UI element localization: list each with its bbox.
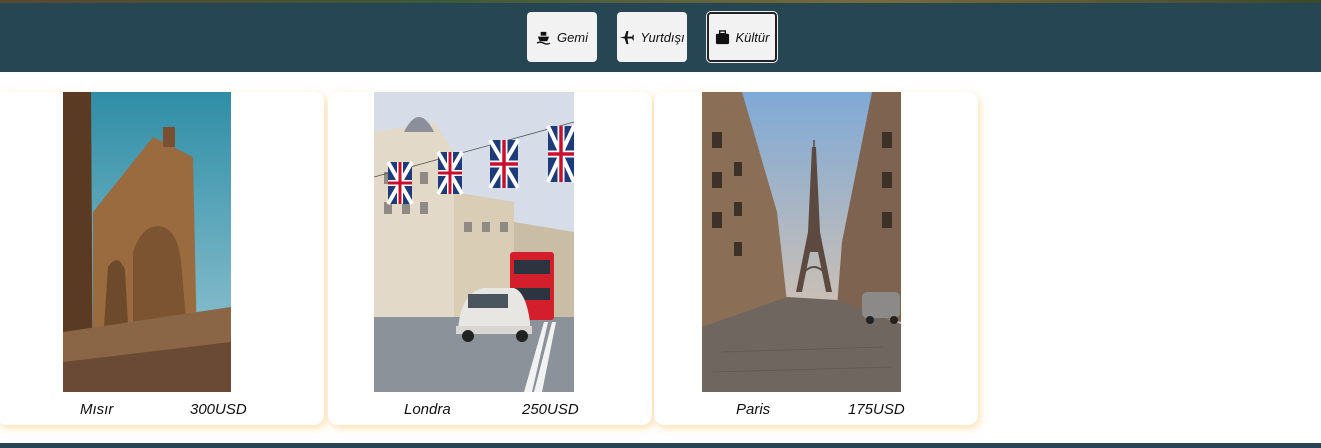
tour-name: Mısır bbox=[80, 401, 114, 418]
footer-bar bbox=[0, 443, 1321, 448]
tour-card-londra[interactable]: Londra 250USD bbox=[328, 92, 652, 425]
category-filter-bar: Gemi Yurtdışı Kültür bbox=[0, 3, 1321, 72]
tour-card-paris[interactable]: Paris 175USD bbox=[654, 92, 978, 425]
suitcase-icon bbox=[715, 29, 729, 44]
london-street-photo bbox=[374, 92, 574, 392]
filter-label: Gemi bbox=[556, 29, 589, 45]
tour-price: 175USD bbox=[848, 401, 905, 418]
tour-price: 250USD bbox=[522, 401, 579, 418]
tour-card-misir[interactable]: Mısır 300USD bbox=[0, 92, 324, 425]
paris-eiffel-photo bbox=[702, 92, 901, 392]
tour-name: Londra bbox=[404, 401, 451, 418]
filter-button-kultur[interactable]: Kültür bbox=[707, 12, 777, 62]
egypt-temple-photo bbox=[63, 92, 231, 392]
tour-price: 300USD bbox=[190, 401, 247, 418]
filter-button-gemi[interactable]: Gemi bbox=[527, 12, 597, 62]
filter-label: Kültür bbox=[735, 29, 770, 45]
filter-button-yurtdisi[interactable]: Yurtdışı bbox=[617, 12, 687, 62]
filter-label: Yurtdışı bbox=[640, 29, 685, 45]
tour-name: Paris bbox=[736, 401, 771, 418]
plane-icon bbox=[620, 30, 635, 44]
ship-icon bbox=[536, 31, 551, 45]
